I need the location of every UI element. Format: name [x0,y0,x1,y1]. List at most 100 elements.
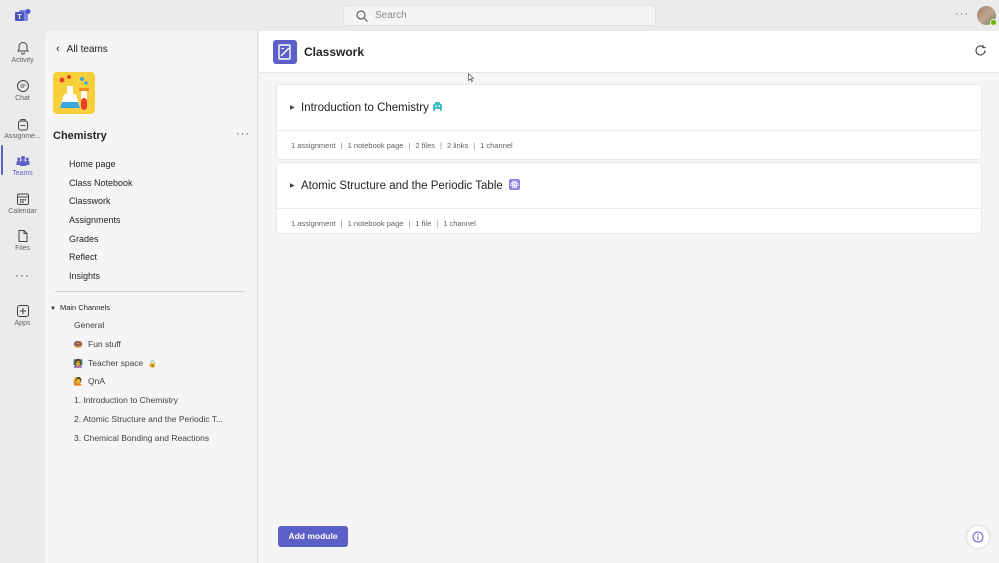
channel-label: Teacher space [88,357,144,368]
teacher-emoji-icon: 👩‍🏫 [73,358,83,368]
donut-emoji-icon: 🍩 [73,339,83,349]
module-header[interactable]: ▶ Atomic Structure and the Periodic Tabl… [277,163,981,209]
search-bar[interactable]: Search [343,5,656,26]
rail-item-activity[interactable]: Activity [0,35,45,71]
rail-label: Assignme... [4,133,41,140]
module-title: Atomic Structure and the Periodic Table [301,180,503,192]
channel-general[interactable]: General [74,316,223,335]
channel-teacher-space[interactable]: 👩‍🏫 Teacher space 🔒 [73,354,223,373]
mouse-cursor-icon [468,73,474,82]
meta-notebook: 1 notebook page [347,141,404,150]
rail-label: Chat [15,95,30,102]
team-sidebar: ‹ All teams Chemistry ··· Home page Class… [45,31,258,563]
meta-files: 2 files [415,141,435,150]
module-header[interactable]: ▶ Introduction to Chemistry [277,85,981,131]
nav-item-reflect[interactable]: Reflect [69,248,133,267]
lock-icon: 🔒 [148,360,158,368]
nav-item-home-page[interactable]: Home page [69,155,133,174]
caret-right-icon[interactable]: ▶ [290,182,295,189]
rail-item-teams[interactable]: Teams [0,148,45,184]
meta-assignments: 1 assignment [291,219,336,228]
module-title: Introduction to Chemistry [301,102,429,114]
rail-item-files[interactable]: Files [0,223,45,259]
rail-item-apps[interactable]: Apps [0,298,45,334]
nav-item-classwork[interactable]: Classwork [69,192,133,211]
channel-fun-stuff[interactable]: 🍩 Fun stuff [73,335,223,354]
meta-notebook: 1 notebook page [347,219,404,228]
raising-hand-emoji-icon: 🙋 [73,377,83,387]
chemistry-flask-icon [59,75,89,110]
classwork-app-icon [273,40,297,64]
classwork-main: Classwork ▶ Introduction to Chemistry 1 … [259,31,999,563]
channel-qna[interactable]: 🙋 QnA [73,372,223,391]
nav-item-class-notebook[interactable]: Class Notebook [69,174,133,193]
all-teams-back-link[interactable]: ‹ All teams [56,43,108,55]
app-rail: Activity Chat Assignme... Teams Calendar… [0,31,45,563]
alien-monster-icon [432,102,442,111]
meta-files: 1 file [415,219,432,228]
nav-item-grades[interactable]: Grades [69,230,133,249]
divider [55,291,245,292]
teams-icon [16,156,29,166]
backpack-icon [17,119,28,131]
atom-icon [508,179,520,190]
caret-right-icon[interactable]: ▶ [290,104,295,111]
rail-label: Activity [11,57,34,64]
info-icon [972,531,984,543]
channel-label: 3. Chemical Bonding and Reactions [74,432,210,443]
channel-chemical-bonding[interactable]: 3. Chemical Bonding and Reactions [74,429,223,448]
search-icon [356,10,368,22]
title-bar: T Search ··· [0,0,999,31]
channel-list: General 🍩 Fun stuff 👩‍🏫 Teacher space 🔒 🙋 Qn… [73,316,223,448]
team-nav-list: Home page Class Notebook Classwork Assig… [69,155,133,286]
settings-more-button[interactable]: ··· [955,8,969,20]
chevron-left-icon: ‹ [56,43,60,55]
avatar[interactable] [977,6,997,26]
classwork-header: Classwork [259,31,999,73]
meta-assignments: 1 assignment [291,141,336,150]
presence-badge [990,19,997,26]
channel-label: 1. Introduction to Chemistry [74,395,178,406]
meta-links: 2 links [446,141,469,150]
nav-item-insights[interactable]: Insights [69,267,133,286]
back-label: All teams [66,44,108,55]
rail-label: Apps [14,320,31,327]
team-more-options-button[interactable]: ··· [236,128,250,140]
channels-group-label: Main Channels [59,303,110,312]
rail-label: Files [15,245,30,252]
rail-item-assignments[interactable]: Assignme... [0,111,45,147]
channels-group-header[interactable]: ▼ Main Channels [50,303,110,312]
team-name: Chemistry [53,130,107,142]
add-module-button[interactable]: Add module [278,526,348,547]
page-title: Classwork [304,45,365,59]
channel-label: 2. Atomic Structure and the Periodic T..… [74,413,224,424]
teams-logo-icon[interactable]: T [14,8,32,24]
nav-item-assignments[interactable]: Assignments [69,211,133,230]
more-apps-button[interactable]: ··· [0,268,45,282]
rail-item-chat[interactable]: Chat [0,73,45,109]
channel-label: General [74,320,105,330]
module-card[interactable]: ▶ Atomic Structure and the Periodic Tabl… [276,162,982,234]
channel-atomic-structure[interactable]: 2. Atomic Structure and the Periodic T..… [74,410,223,429]
meta-channel: 1 channel [480,141,513,150]
plus-box-icon [16,305,29,317]
rail-label: Calendar [8,208,37,215]
team-avatar [53,72,95,114]
module-meta: 1 assignment | 1 notebook page | 1 file | 1 ch… [291,219,476,228]
module-card[interactable]: ▶ Introduction to Chemistry 1 assignment… [276,84,982,160]
svg-text:T: T [17,14,22,21]
search-placeholder: Search [375,10,407,21]
info-button[interactable] [967,526,989,548]
channel-intro-chemistry[interactable]: 1. Introduction to Chemistry [74,391,223,410]
bell-icon [16,41,29,55]
refresh-icon[interactable] [974,44,987,57]
channel-label: Fun stuff [88,338,121,349]
module-meta: 1 assignment | 1 notebook page | 2 files | 2 l… [291,141,513,150]
channel-label: QnA [88,376,106,387]
calendar-icon [16,193,29,205]
chat-icon [16,80,29,92]
caret-down-icon: ▼ [50,306,56,312]
rail-label: Teams [12,170,33,177]
file-icon [18,230,27,242]
rail-item-calendar[interactable]: Calendar [0,186,45,222]
